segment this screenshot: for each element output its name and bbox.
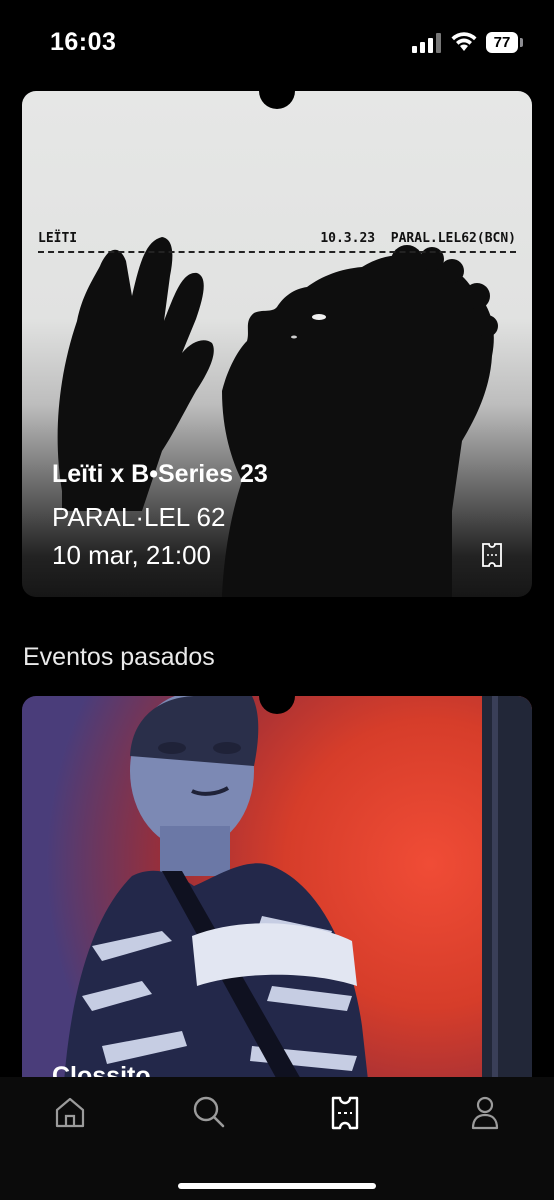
poster-meta: 10.3.23 PARAL.LEL62(BCN) xyxy=(320,231,516,246)
event-title: Leïti x B•Series 23 xyxy=(52,460,268,488)
battery-level: 77 xyxy=(486,32,518,53)
ticket-icon xyxy=(331,1096,359,1130)
home-icon xyxy=(55,1097,85,1128)
battery-icon: 77 xyxy=(486,32,524,53)
search-icon xyxy=(193,1096,225,1128)
poster-artist: LEÏTI xyxy=(38,231,78,246)
card-notch xyxy=(259,73,295,109)
poster-divider xyxy=(38,251,516,253)
card-notch xyxy=(259,678,295,714)
past-events-heading: Eventos pasados xyxy=(23,643,215,671)
event-datetime: 10 mar, 21:00 xyxy=(52,540,211,570)
cellular-signal-icon xyxy=(412,33,441,53)
event-venue: PARAL·LEL 62 xyxy=(52,502,226,532)
wifi-icon xyxy=(451,32,477,51)
tab-bar xyxy=(0,1077,554,1200)
status-time: 16:03 xyxy=(50,28,117,56)
upcoming-event-card[interactable]: LEÏTI 10.3.23 PARAL.LEL62(BCN) Leïti x B… xyxy=(22,91,532,597)
tab-profile[interactable] xyxy=(456,1091,516,1135)
home-indicator[interactable] xyxy=(178,1183,376,1189)
tab-search[interactable] xyxy=(178,1091,238,1135)
past-event-image xyxy=(62,696,532,1116)
profile-icon xyxy=(471,1096,499,1130)
past-event-card[interactable]: Clossito xyxy=(22,696,532,1116)
tab-home[interactable] xyxy=(40,1091,100,1135)
ticket-icon[interactable] xyxy=(481,542,503,568)
tab-tickets[interactable] xyxy=(316,1091,376,1135)
